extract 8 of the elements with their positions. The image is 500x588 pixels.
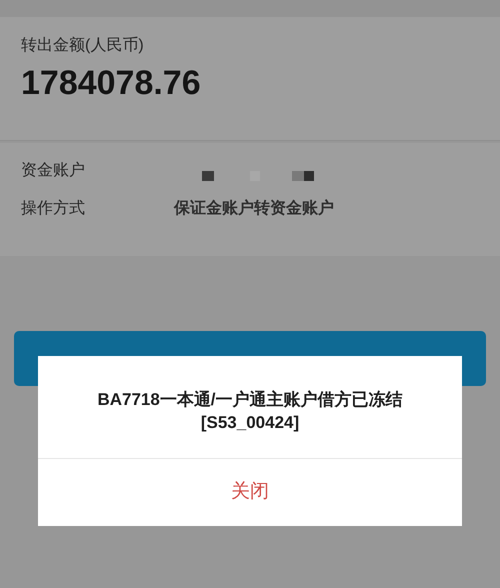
error-message: BA7718一本通/一户通主账户借方已冻结 bbox=[97, 389, 403, 411]
close-button[interactable]: 关闭 bbox=[225, 478, 275, 507]
amount-label: 转出金额(人民币) bbox=[21, 36, 144, 56]
detail-value: 保证金账户转资金账户 bbox=[174, 198, 334, 219]
detail-label: 操作方式 bbox=[21, 198, 86, 219]
detail-label: 资金账户 bbox=[21, 160, 86, 181]
amount-value: 1784078.76 bbox=[21, 63, 201, 104]
error-message: [S53_00424] bbox=[200, 412, 300, 434]
